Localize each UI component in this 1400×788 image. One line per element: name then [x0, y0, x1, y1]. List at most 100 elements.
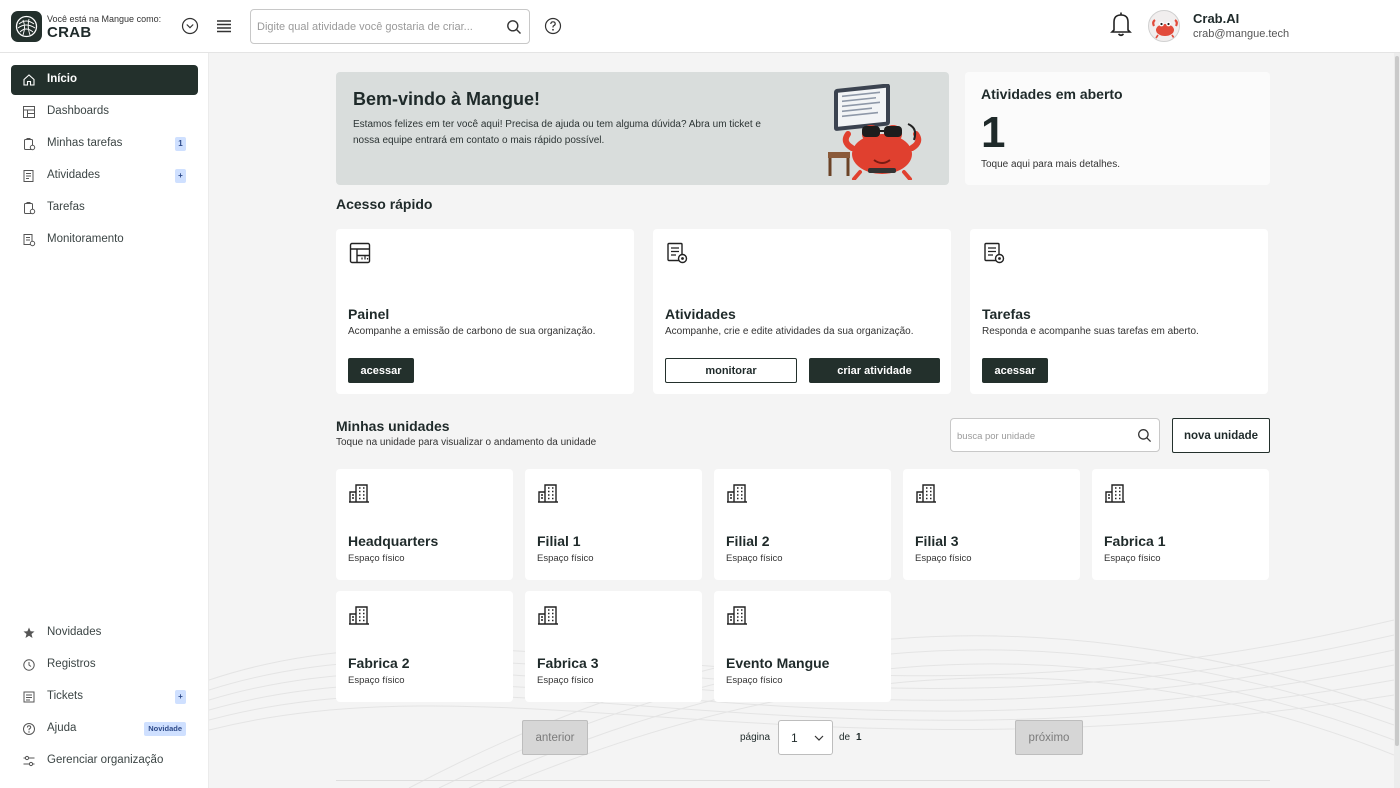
monitor-activities-button[interactable]: monitorar: [665, 358, 797, 383]
sidebar-item-monitoramento[interactable]: Monitoramento: [11, 225, 198, 255]
sidebar-item-registros[interactable]: Registros: [11, 650, 198, 680]
tarefas-access-button[interactable]: acessar: [982, 358, 1048, 383]
unit-card[interactable]: Filial 3 Espaço físico: [903, 469, 1080, 580]
open-activities-count: 1: [981, 108, 1006, 157]
clipboard-icon: [24, 138, 36, 151]
sidebar-item-dashboards[interactable]: Dashboards: [11, 97, 198, 127]
page-total: 1: [856, 732, 862, 743]
add-ticket-badge[interactable]: +: [175, 690, 186, 704]
help-circle-icon[interactable]: [544, 17, 562, 35]
unit-card[interactable]: Fabrica 2 Espaço físico: [336, 591, 513, 702]
next-page-button[interactable]: próximo: [1015, 720, 1083, 755]
search-icon[interactable]: [506, 19, 522, 35]
user-avatar[interactable]: [1148, 10, 1180, 42]
building-icon: [349, 606, 369, 625]
search-icon[interactable]: [1137, 428, 1152, 443]
quick-access-title: Acesso rápido: [336, 196, 433, 212]
monitor-doc-icon: [984, 242, 1005, 264]
card-title: Atividades: [665, 306, 736, 322]
sidebar-item-gerenciar-organizacao[interactable]: Gerenciar organização: [11, 746, 198, 776]
scrollbar-thumb[interactable]: [1395, 56, 1399, 746]
card-title: Painel: [348, 306, 390, 322]
unit-search[interactable]: [950, 418, 1160, 452]
crab-mascot-illustration: [828, 84, 922, 180]
activity-search[interactable]: [250, 9, 530, 44]
building-icon: [538, 484, 558, 503]
unit-card[interactable]: Headquarters Espaço físico: [336, 469, 513, 580]
unit-name: Headquarters: [348, 533, 439, 549]
unit-name: Fabrica 2: [348, 655, 410, 671]
mangue-logo-icon: [15, 15, 38, 38]
organization-logo[interactable]: [11, 11, 42, 42]
quick-access-card-tarefas: Tarefas Responda e acompanhe suas tarefa…: [970, 229, 1268, 394]
unit-card[interactable]: Fabrica 1 Espaço físico: [1092, 469, 1269, 580]
welcome-title: Bem-vindo à Mangue!: [353, 89, 541, 109]
help-icon: [23, 723, 35, 735]
quick-access-card-painel: Painel Acompanhe a emissão de carbono de…: [336, 229, 634, 394]
units-title: Minhas unidades: [336, 418, 450, 434]
sidebar-item-label: Novidades: [47, 626, 102, 638]
open-activities-card[interactable]: Atividades em aberto 1 Toque aqui para m…: [965, 72, 1270, 185]
sidebar-item-tarefas[interactable]: Tarefas: [11, 193, 198, 223]
sidebar-item-ajuda[interactable]: Ajuda Novidade: [11, 714, 198, 744]
welcome-banner: Bem-vindo à Mangue! Estamos felizes em t…: [336, 72, 949, 185]
unit-name: Evento Mangue: [726, 655, 830, 671]
previous-page-button[interactable]: anterior: [522, 720, 588, 755]
activity-search-input[interactable]: [257, 17, 497, 37]
home-icon: [23, 74, 35, 86]
building-icon: [349, 484, 369, 503]
open-activities-subtitle: Toque aqui para mais detalhes.: [981, 159, 1120, 170]
open-activities-title: Atividades em aberto: [981, 86, 1123, 102]
unit-name: Filial 1: [537, 533, 581, 549]
page-of-label: de: [839, 732, 851, 743]
chevron-down-icon: [814, 735, 824, 741]
create-activity-button[interactable]: criar atividade: [809, 358, 940, 383]
page-select[interactable]: 1: [778, 720, 833, 755]
org-caption: Você está na Mangue como:: [47, 14, 162, 24]
new-unit-button[interactable]: nova unidade: [1172, 418, 1270, 453]
sidebar-item-minhas-tarefas[interactable]: Minhas tarefas 1: [11, 129, 198, 159]
card-description: Responda e acompanhe suas tarefas em abe…: [982, 326, 1199, 337]
unit-name: Fabrica 1: [1104, 533, 1166, 549]
task-count-badge: 1: [175, 137, 186, 151]
sidebar-item-atividades[interactable]: Atividades +: [11, 161, 198, 191]
crab-avatar-icon: [1152, 19, 1178, 39]
sidebar-item-label: Início: [47, 73, 78, 85]
ticket-icon: [23, 691, 35, 703]
unit-type: Espaço físico: [537, 553, 594, 564]
history-icon: [23, 659, 35, 671]
sidebar-item-label: Gerenciar organização: [47, 754, 164, 766]
user-email: crab@mangue.tech: [1193, 28, 1290, 40]
unit-card[interactable]: Evento Mangue Espaço físico: [714, 591, 891, 702]
painel-access-button[interactable]: acessar: [348, 358, 414, 383]
sidebar-item-inicio[interactable]: Início: [11, 65, 198, 95]
chevron-down-circle-icon[interactable]: [181, 17, 199, 35]
unit-type: Espaço físico: [726, 675, 783, 686]
sidebar-item-label: Minhas tarefas: [47, 137, 123, 149]
quick-access-card-atividades: Atividades Acompanhe, crie e edite ativi…: [653, 229, 951, 394]
add-activity-badge[interactable]: +: [175, 169, 186, 183]
building-icon: [538, 606, 558, 625]
unit-search-input[interactable]: [957, 426, 1132, 446]
sidebar-item-label: Tarefas: [47, 201, 85, 213]
unit-type: Espaço físico: [537, 675, 594, 686]
sidebar-item-label: Tickets: [47, 690, 83, 702]
activity-list-icon: [23, 170, 34, 182]
user-name: Crab.AI: [1193, 11, 1240, 26]
sidebar-item-tickets[interactable]: Tickets +: [11, 682, 198, 712]
unit-type: Espaço físico: [348, 675, 405, 686]
building-icon: [916, 484, 936, 503]
card-description: Acompanhe a emissão de carbono de sua or…: [348, 326, 596, 337]
sidebar-item-label: Dashboards: [47, 105, 110, 117]
hamburger-menu-icon[interactable]: [215, 17, 233, 35]
sidebar-item-novidades[interactable]: Novidades: [11, 618, 198, 648]
unit-type: Espaço físico: [726, 553, 783, 564]
top-bar: Você está na Mangue como: CRAB Crab.AI: [0, 0, 1400, 53]
unit-card[interactable]: Filial 1 Espaço físico: [525, 469, 702, 580]
unit-card[interactable]: Fabrica 3 Espaço físico: [525, 591, 702, 702]
sidebar: Início Dashboards Minhas tarefas 1 Ativi…: [0, 53, 209, 788]
notification-bell-icon[interactable]: [1109, 11, 1133, 37]
unit-name: Fabrica 3: [537, 655, 599, 671]
welcome-text: Estamos felizes em ter você aqui! Precis…: [353, 119, 761, 146]
unit-card[interactable]: Filial 2 Espaço físico: [714, 469, 891, 580]
